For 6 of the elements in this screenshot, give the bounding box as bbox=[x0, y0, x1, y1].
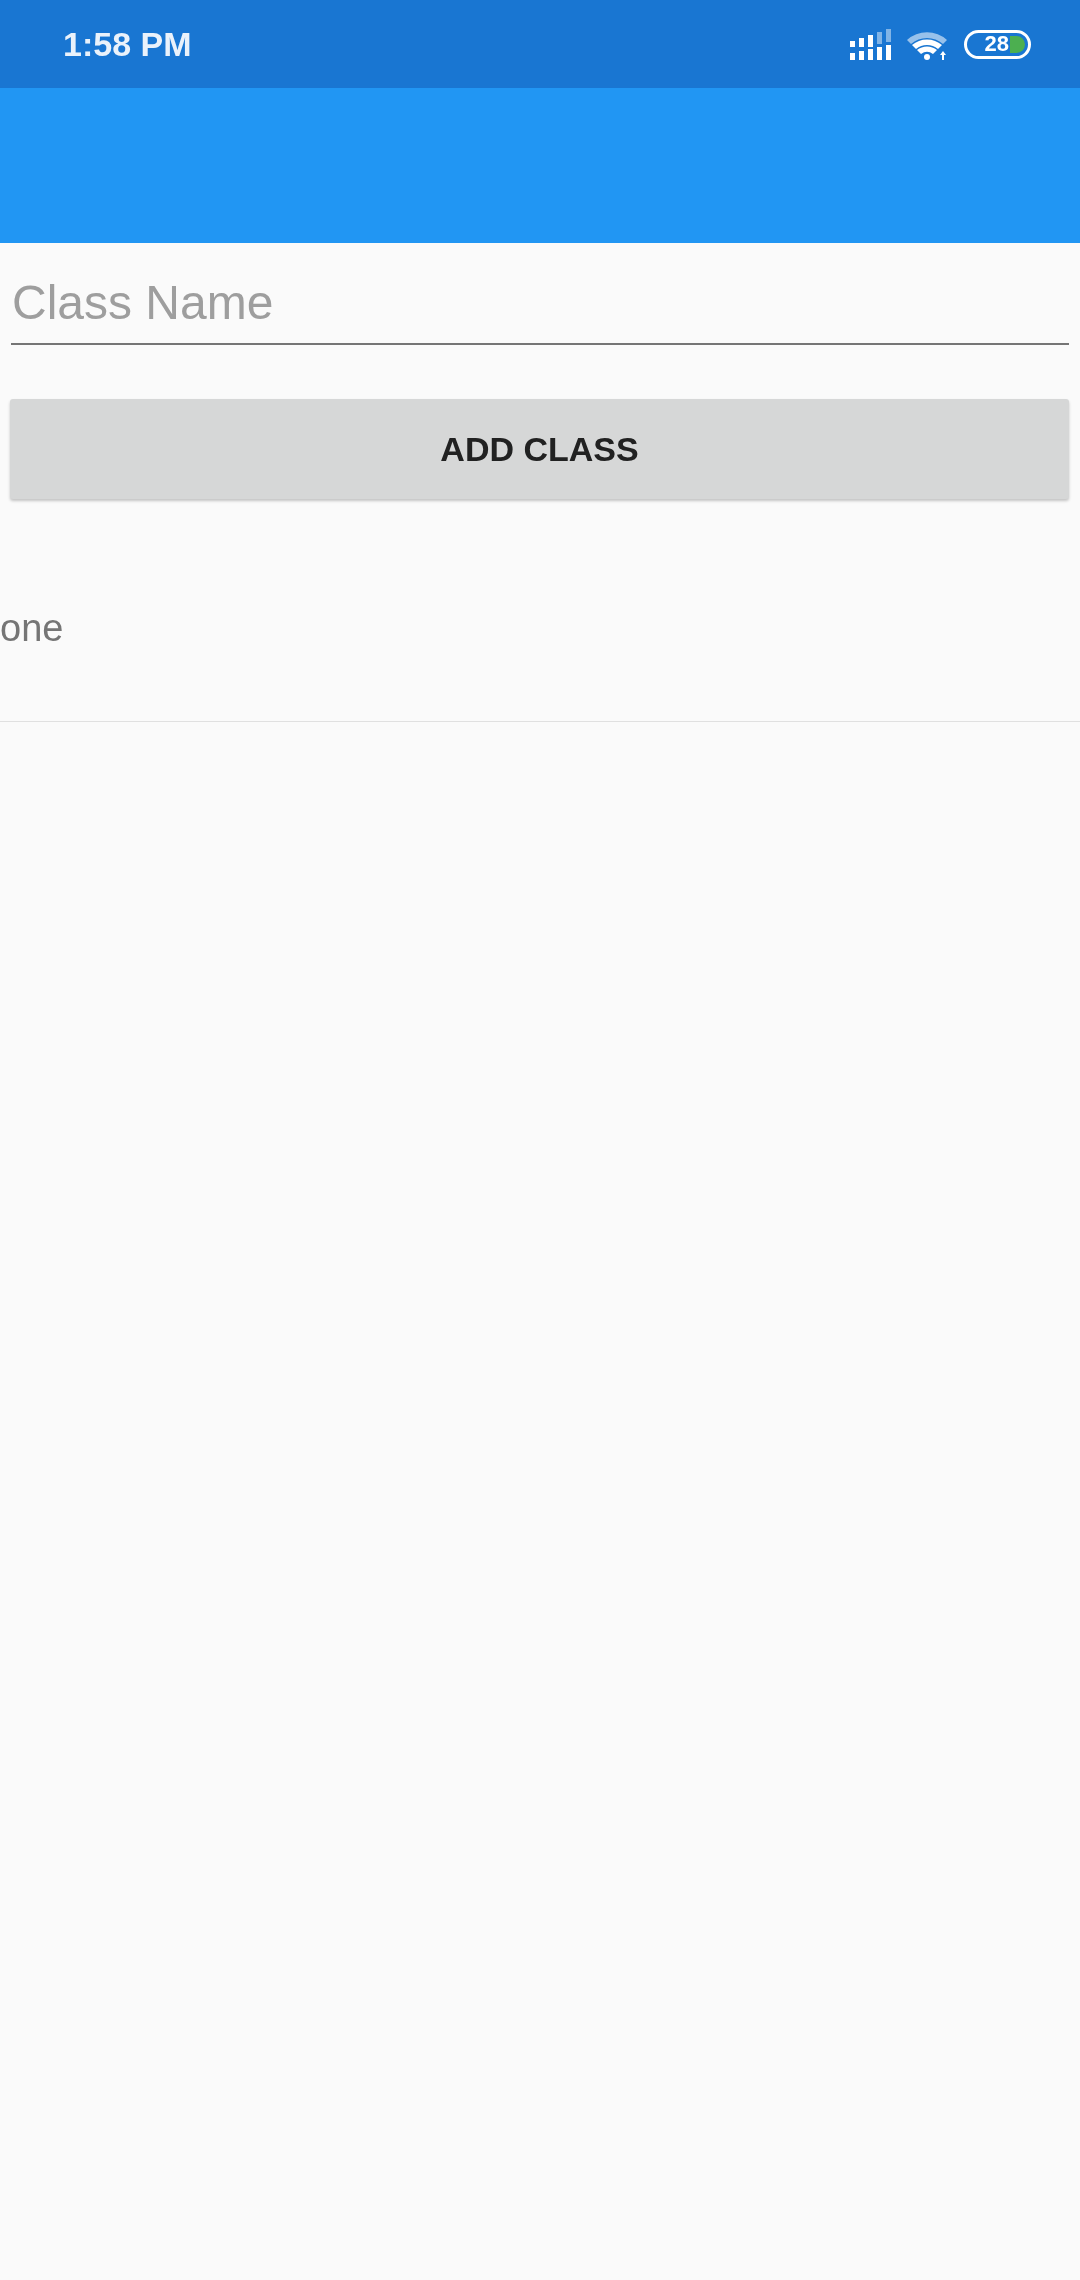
signal-icon bbox=[850, 28, 891, 60]
battery-level-text: 28 bbox=[984, 33, 1009, 55]
class-name-field[interactable]: Class Name bbox=[11, 262, 1069, 345]
status-time: 1:58 PM bbox=[63, 24, 192, 64]
add-class-button[interactable]: ADD CLASS bbox=[10, 399, 1069, 499]
class-name-text[interactable]: one bbox=[0, 607, 64, 650]
